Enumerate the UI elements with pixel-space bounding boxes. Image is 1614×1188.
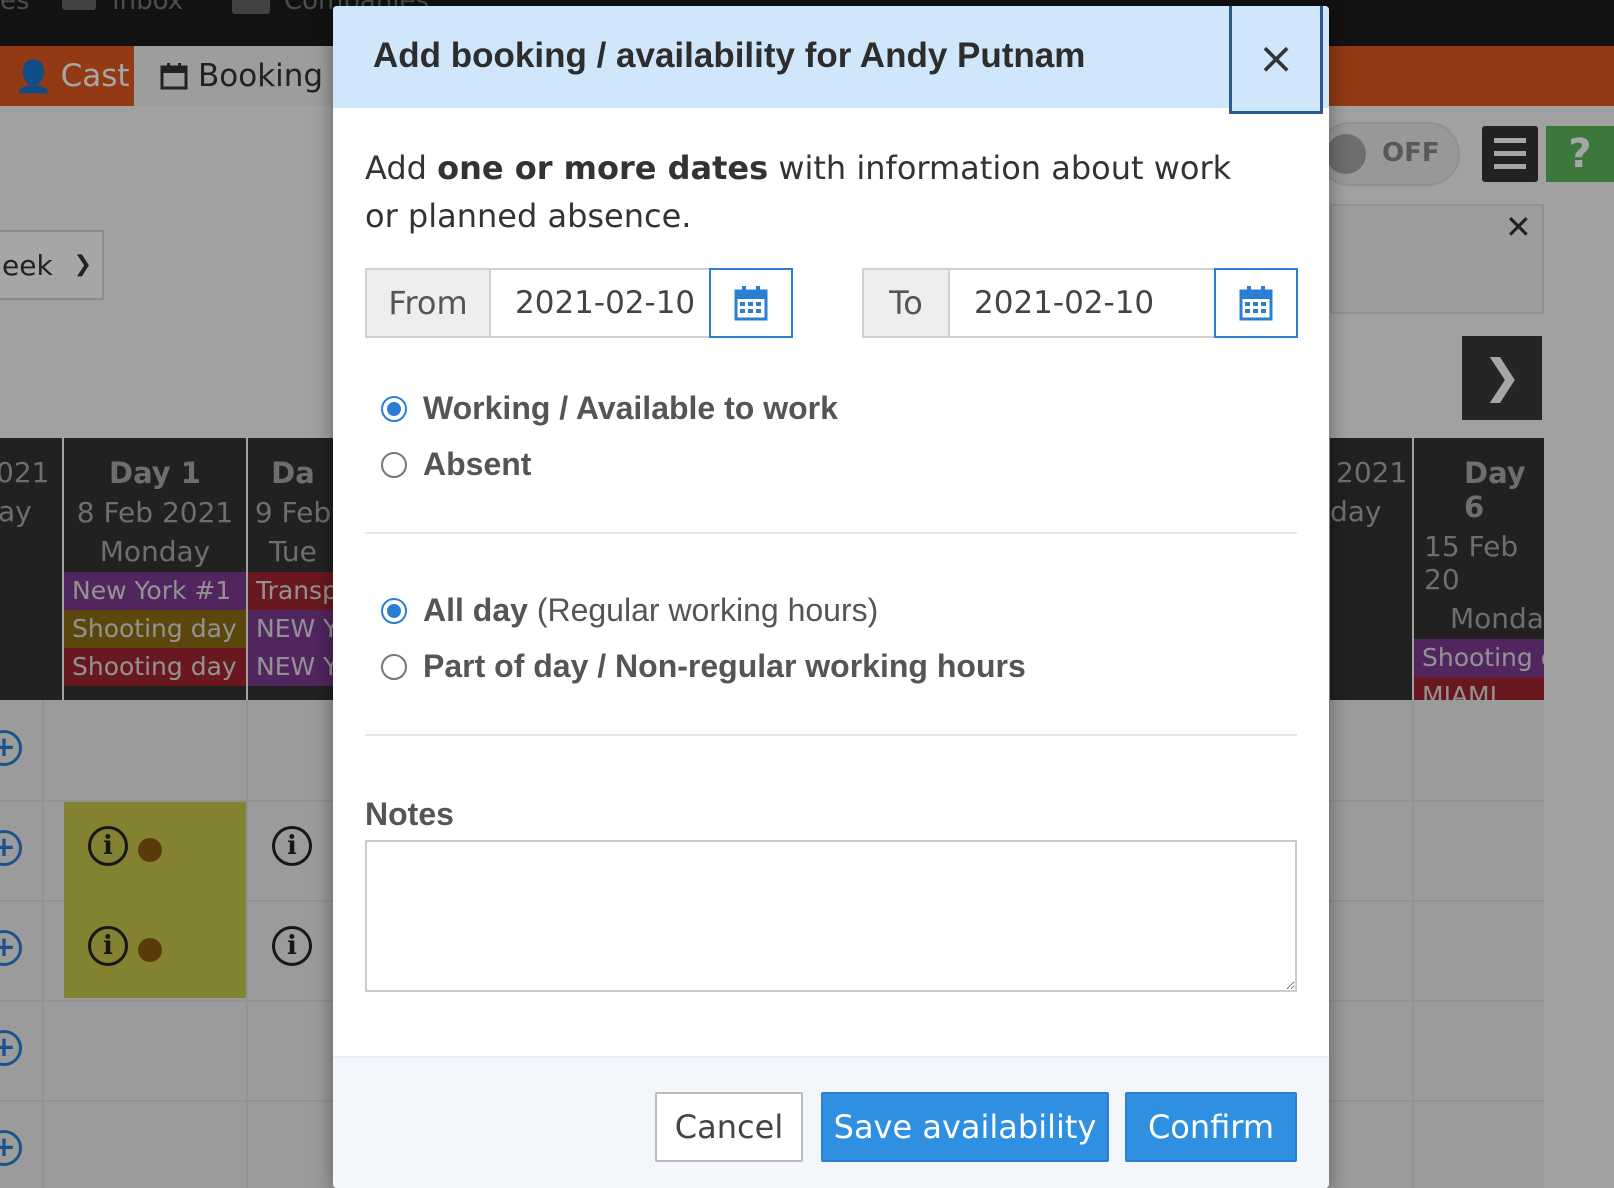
intro-text-start: Add	[365, 149, 438, 187]
calendar-icon	[734, 286, 768, 321]
calendar-icon	[1239, 286, 1273, 321]
divider	[365, 734, 1297, 736]
close-icon: ×	[1257, 33, 1295, 84]
booking-modal: Add booking / availability for Andy Putn…	[333, 6, 1329, 1188]
divider	[365, 532, 1297, 534]
from-label: From	[365, 268, 491, 338]
notes-textarea[interactable]	[365, 840, 1297, 992]
modal-title: Add booking / availability for Andy Putn…	[373, 36, 1086, 75]
modal-header: Add booking / availability for Andy Putn…	[333, 6, 1329, 108]
intro-text: Add one or more dates with information a…	[365, 144, 1265, 240]
save-availability-button[interactable]: Save availability	[821, 1092, 1109, 1162]
close-button[interactable]: ×	[1229, 6, 1323, 114]
to-calendar-button[interactable]	[1214, 268, 1298, 338]
radio-part-of-day-label: Part of day / Non-regular working hours	[423, 648, 1026, 684]
radio-working[interactable]: Working / Available to work	[381, 390, 838, 427]
modal-footer: Cancel Save availability Confirm	[333, 1056, 1329, 1188]
radio-part-of-day[interactable]: Part of day / Non-regular working hours	[381, 648, 1026, 685]
notes-label: Notes	[365, 796, 454, 832]
intro-text-bold: one or more dates	[437, 149, 769, 187]
radio-button[interactable]	[381, 653, 407, 680]
radio-all-day-label: All day	[423, 592, 528, 628]
radio-button-checked[interactable]	[381, 395, 407, 422]
radio-absent[interactable]: Absent	[381, 446, 531, 483]
to-date-input[interactable]: 2021-02-10	[950, 268, 1214, 338]
radio-button[interactable]	[381, 451, 407, 478]
cancel-button[interactable]: Cancel	[655, 1092, 803, 1162]
radio-all-day[interactable]: All day (Regular working hours)	[381, 592, 878, 629]
to-label: To	[862, 268, 950, 338]
to-date-group: To 2021-02-10	[862, 268, 1298, 338]
confirm-button[interactable]: Confirm	[1125, 1092, 1297, 1162]
radio-button-checked[interactable]	[381, 597, 407, 624]
radio-working-label: Working / Available to work	[423, 390, 838, 426]
radio-absent-label: Absent	[423, 446, 532, 482]
from-date-group: From 2021-02-10	[365, 268, 793, 338]
from-calendar-button[interactable]	[709, 268, 793, 338]
radio-all-day-sublabel: (Regular working hours)	[527, 592, 879, 628]
from-date-input[interactable]: 2021-02-10	[491, 268, 709, 338]
